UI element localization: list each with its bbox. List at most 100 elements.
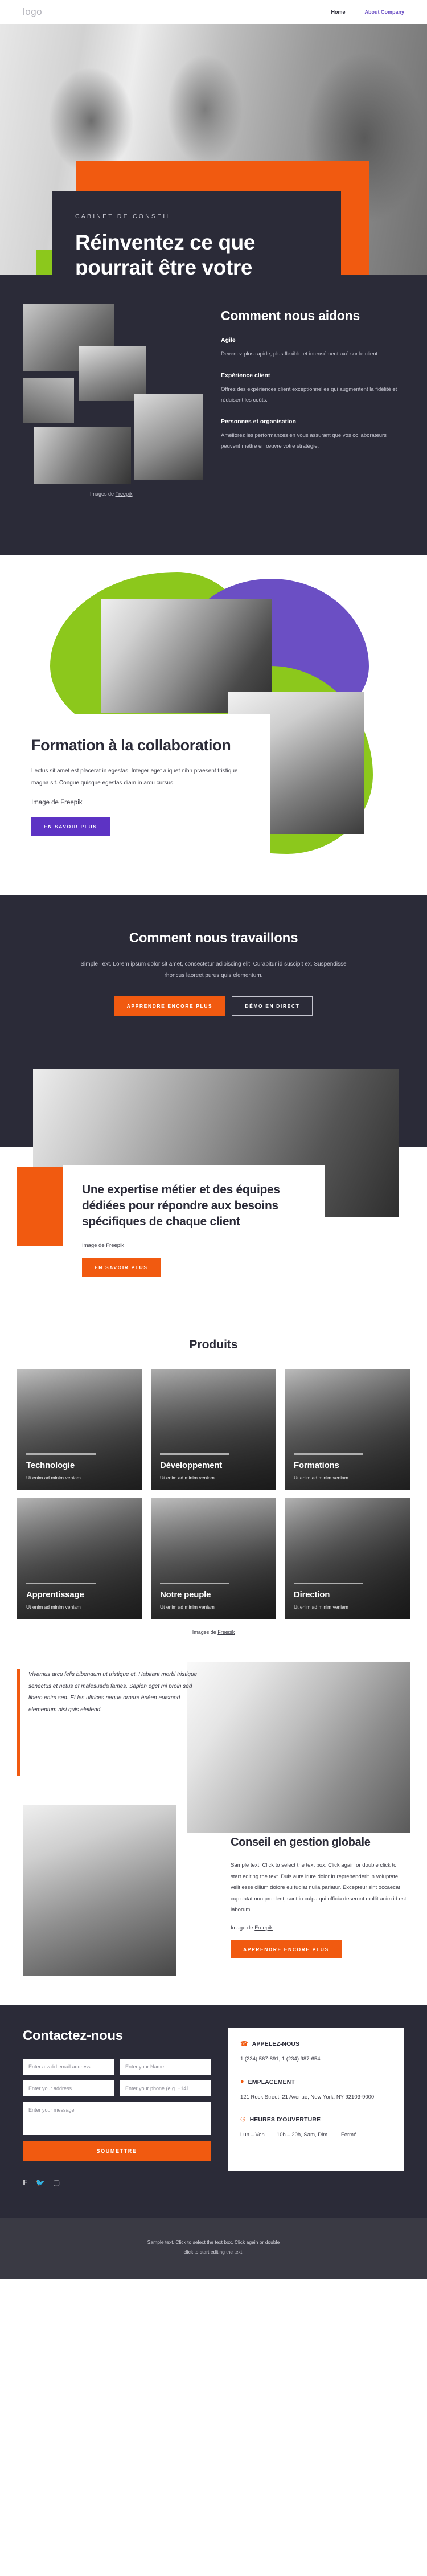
site-footer: Sample text. Click to select the text bo… [0,2218,427,2279]
product-name: Apprentissage [26,1590,84,1600]
product-name: Technologie [26,1461,75,1471]
help-title: Comment nous aidons [221,308,360,323]
message-field[interactable] [23,2102,211,2136]
conseil-body-text: Sample text. Click to select the text bo… [231,1862,407,1913]
instagram-icon[interactable]: ▢ [53,2179,60,2186]
product-card-formations[interactable]: Formations Ut enim ad minim veniam [285,1369,410,1490]
contact-title: Contactez-nous [23,2028,123,2044]
product-card-body: Direction Ut enim ad minim veniam [285,1583,410,1619]
site-logo[interactable]: logo [23,6,42,18]
contact-info-heading: APPELEZ-NOUS [252,2041,300,2048]
help-item-experience-client: Expérience client Offrez des expériences… [221,372,404,406]
address-field[interactable] [23,2080,114,2097]
quote-text: Vivamus arcu felis bibendum ut tristique… [28,1671,198,1713]
product-card-body: Notre peuple Ut enim ad minim veniam [151,1583,276,1619]
name-field[interactable] [120,2059,211,2075]
product-accent-rule [294,1583,363,1585]
product-subtitle: Ut enim ad minim veniam [160,1604,215,1610]
expertise-section: Une expertise métier et des équipes dédi… [0,1056,427,1312]
landing-page: logo Home About Company CABINET DE CONSE… [0,0,427,2279]
products-section: Produits Technologie Ut enim ad minim ve… [0,1312,427,1653]
help-item-heading: Expérience client [221,371,270,379]
product-card-notre-peuple[interactable]: Notre peuple Ut enim ad minim veniam [151,1498,276,1620]
hero-text-card: CABINET DE CONSEIL Réinventez ce que pou… [52,191,341,275]
conseil-text-block: Conseil en gestion globale Sample text. … [231,1835,407,1958]
work-title: Comment nous travaillons [129,930,298,946]
product-name: Direction [294,1590,330,1600]
contact-info-call-us: ☎ APPELEZ-NOUS 1 (234) 567-891, 1 (234) … [240,2041,392,2063]
help-item-heading: Personnes et organisation [221,418,296,425]
conseil-learn-more-button[interactable]: APPRENDRE ENCORE PLUS [231,1940,342,1958]
work-button-group: APPRENDRE ENCORE PLUS DÉMO EN DIRECT [34,996,393,1016]
product-name: Formations [294,1461,339,1471]
product-card-developpement[interactable]: Développement Ut enim ad minim veniam [151,1369,276,1490]
expertise-text-card: Une expertise métier et des équipes dédi… [63,1165,325,1294]
conseil-image-credit: Image de Freepik [231,1925,407,1931]
formation-title: Formation à la collaboration [31,737,231,754]
conseil-credit-link[interactable]: Freepik [254,1925,273,1931]
quote-block: Vivamus arcu felis bibendum ut tristique… [17,1669,205,1777]
expertise-learn-more-button[interactable]: EN SAVOIR PLUS [82,1258,161,1277]
formation-credit-prefix: Image de [31,799,61,807]
product-accent-rule [26,1453,96,1455]
product-subtitle: Ut enim ad minim veniam [26,1475,81,1481]
site-header: logo Home About Company [0,0,427,24]
email-field[interactable] [23,2059,114,2075]
help-image-credit: Images de Freepik [90,491,133,497]
product-card-body: Formations Ut enim ad minim veniam [285,1453,410,1490]
formation-section: Formation à la collaboration Lectus sit … [0,555,427,896]
product-card-body: Apprentissage Ut enim ad minim veniam [17,1583,142,1619]
phone-field[interactable] [120,2080,211,2097]
products-credit-link[interactable]: Freepik [217,1629,235,1635]
hero-section: CABINET DE CONSEIL Réinventez ce que pou… [0,24,427,275]
twitter-icon[interactable]: 🐦 [36,2179,45,2186]
how-we-work-section: Comment nous travaillons Simple Text. Lo… [0,895,427,1056]
help-item-personnes-organisation: Personnes et organisation Améliorez les … [221,418,404,452]
footer-line-1: Sample text. Click to select the text bo… [147,2239,280,2246]
products-image-credit: Images de Freepik [17,1629,410,1635]
help-text-column: Comment nous aidons Agile Devenez plus r… [221,297,404,525]
conseil-title: Conseil en gestion globale [231,1836,371,1849]
formation-image-credit: Image de Freepik [31,799,252,806]
help-credit-link[interactable]: Freepik [116,491,133,497]
contact-form-row-1 [23,2059,211,2075]
submit-button[interactable]: SOUMETTRE [23,2141,211,2161]
gallery-photo-4 [34,427,131,484]
expertise-credit-link[interactable]: Freepik [106,1242,124,1249]
formation-credit-link[interactable]: Freepik [60,799,82,806]
nav-link-home[interactable]: Home [331,9,345,15]
help-item-body: Améliorez les performances en vous assur… [221,432,387,449]
facebook-icon[interactable]: 𝔽 [23,2179,28,2186]
product-name: Notre peuple [160,1590,211,1600]
contact-info-location: ● EMPLACEMENT 121 Rock Street, 21 Avenue… [240,2079,392,2101]
contact-info-body: 121 Rock Street, 21 Avenue, New York, NY… [240,2093,375,2100]
phone-icon: ☎ [240,2040,248,2047]
quote-accent-bar [17,1669,20,1777]
contact-info-card: ☎ APPELEZ-NOUS 1 (234) 567-891, 1 (234) … [228,2028,404,2171]
person-photo [23,1805,176,1976]
product-card-body: Technologie Ut enim ad minim veniam [17,1453,142,1490]
product-subtitle: Ut enim ad minim veniam [160,1475,215,1481]
nav-link-about-company[interactable]: About Company [365,9,405,15]
formation-learn-more-button[interactable]: EN SAVOIR PLUS [31,817,110,836]
product-card-technologie[interactable]: Technologie Ut enim ad minim veniam [17,1369,142,1490]
work-live-demo-button[interactable]: DÉMO EN DIRECT [232,996,313,1016]
contact-info-opening-hours: ◷ HEURES D'OUVERTURE Lun – Ven ...... 10… [240,2116,392,2139]
help-credit-prefix: Images de [90,491,116,497]
main-nav: Home About Company [331,9,404,15]
expertise-image-credit: Image de Freepik [82,1242,305,1249]
clock-icon: ◷ [240,2116,246,2123]
how-we-help-section: Images de Freepik Comment nous aidons Ag… [0,275,427,555]
product-accent-rule [160,1453,229,1455]
global-management-consulting-section: Vivamus arcu felis bibendum ut tristique… [0,1652,427,2006]
product-card-direction[interactable]: Direction Ut enim ad minim veniam [285,1498,410,1620]
product-card-apprentissage[interactable]: Apprentissage Ut enim ad minim veniam [17,1498,142,1620]
product-subtitle: Ut enim ad minim veniam [26,1604,81,1610]
social-links: 𝔽 🐦 ▢ [23,2179,211,2186]
work-learn-more-button[interactable]: APPRENDRE ENCORE PLUS [114,996,225,1016]
formation-text-block: Formation à la collaboration Lectus sit … [31,714,270,856]
formation-body-text: Lectus sit amet est placerat in egestas.… [31,768,238,786]
gallery-photo-3 [23,378,74,423]
product-accent-rule [160,1583,229,1585]
product-subtitle: Ut enim ad minim veniam [294,1604,348,1610]
